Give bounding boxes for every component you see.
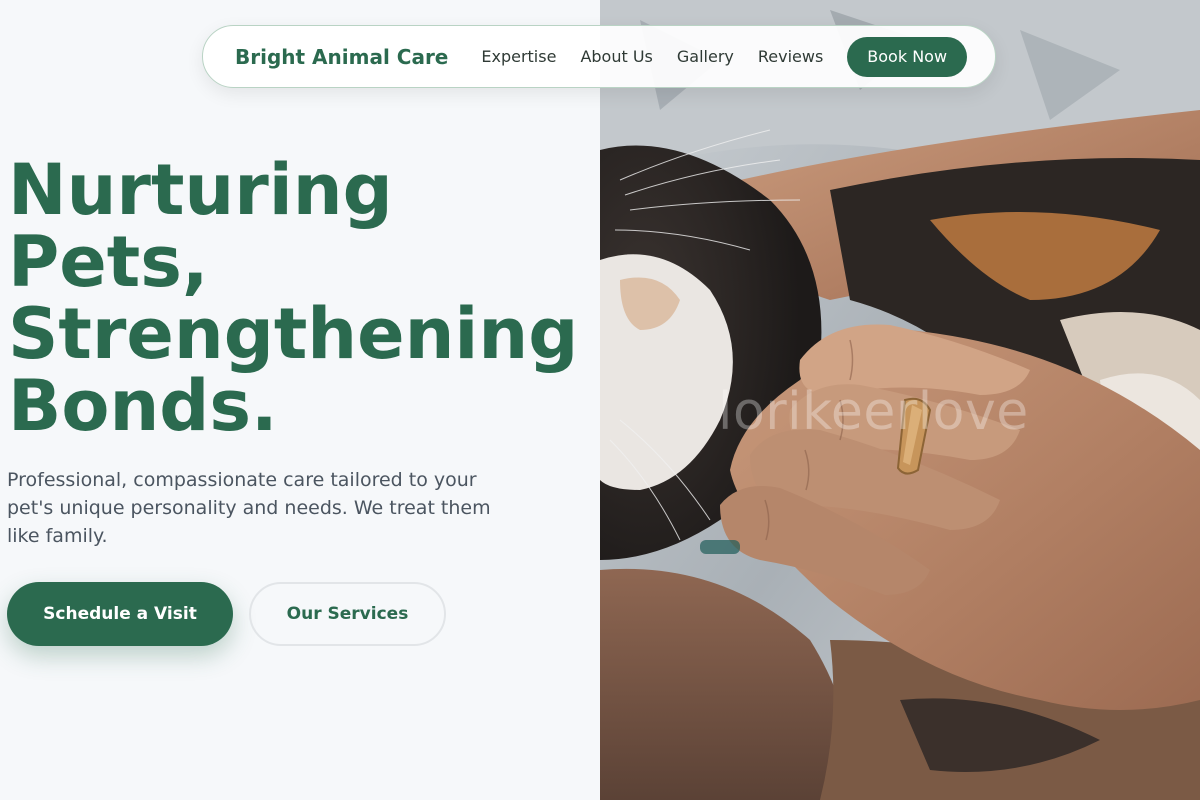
hero-title-line: Bonds. [8, 365, 278, 447]
nav-link-about-us[interactable]: About Us [580, 47, 652, 66]
nav-links: Expertise About Us Gallery Reviews Book … [481, 36, 968, 77]
book-now-button[interactable]: Book Now [847, 36, 968, 77]
watermark-text: lorikeerlove [718, 382, 1029, 442]
hero-title-line: Strengthening [8, 293, 579, 375]
nav-link-expertise[interactable]: Expertise [481, 47, 556, 66]
our-services-button[interactable]: Our Services [249, 582, 446, 646]
hero-image-cat-hands: lorikeerlove [600, 0, 1200, 800]
schedule-visit-button[interactable]: Schedule a Visit [7, 582, 233, 646]
brand-logo-text[interactable]: Bright Animal Care [235, 45, 448, 69]
navbar: Bright Animal Care Expertise About Us Ga… [202, 25, 996, 88]
hero-title-line: Pets, [8, 221, 209, 303]
hero-title-line: Nurturing [8, 149, 393, 231]
nav-link-gallery[interactable]: Gallery [677, 47, 734, 66]
hero-title: Nurturing Pets, Strengthening Bonds. [8, 154, 598, 442]
hero-text-panel: Nurturing Pets, Strengthening Bonds. Pro… [0, 0, 600, 800]
page: Nurturing Pets, Strengthening Bonds. Pro… [0, 0, 1200, 800]
hero-description: Professional, compassionate care tailore… [7, 469, 491, 547]
nav-link-reviews[interactable]: Reviews [758, 47, 823, 66]
